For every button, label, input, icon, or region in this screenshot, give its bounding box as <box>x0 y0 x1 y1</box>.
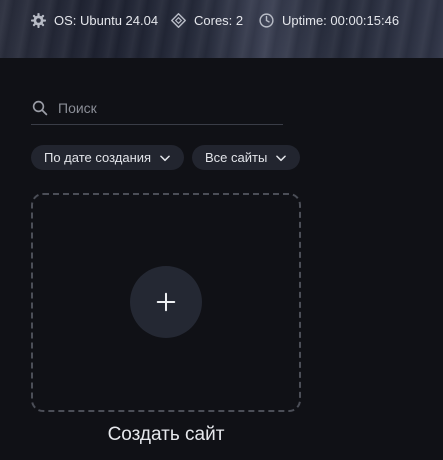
gear-icon <box>31 12 46 28</box>
clock-icon <box>259 12 274 28</box>
create-site-button[interactable] <box>130 266 202 338</box>
os-info: OS: Ubuntu 24.04 <box>30 11 158 29</box>
chevron-down-icon <box>160 154 170 161</box>
sort-dropdown-label: По дате создания <box>44 150 152 165</box>
create-site-label[interactable]: Создать сайт <box>31 424 301 446</box>
site-filter-dropdown[interactable]: Все сайты <box>192 145 300 170</box>
cores-info: Cores: 2 <box>170 11 243 29</box>
uptime-info: Uptime: 00:00:15:46 <box>258 11 399 29</box>
search-bar[interactable] <box>31 92 283 125</box>
site-filter-label: Все сайты <box>205 150 268 165</box>
cores-text: Cores: 2 <box>194 12 244 28</box>
plus-icon <box>156 292 176 312</box>
search-input[interactable] <box>58 100 258 116</box>
os-text: OS: Ubuntu 24.04 <box>54 12 159 28</box>
chevron-down-icon <box>276 154 287 161</box>
system-info-bar: OS: Ubuntu 24.04 Cores: 2 Uptime: 00:00:… <box>0 0 443 58</box>
uptime-text: Uptime: 00:00:15:46 <box>282 12 400 28</box>
sort-dropdown[interactable]: По дате создания <box>31 145 184 170</box>
diamond-icon <box>171 12 186 28</box>
search-icon <box>32 100 48 116</box>
